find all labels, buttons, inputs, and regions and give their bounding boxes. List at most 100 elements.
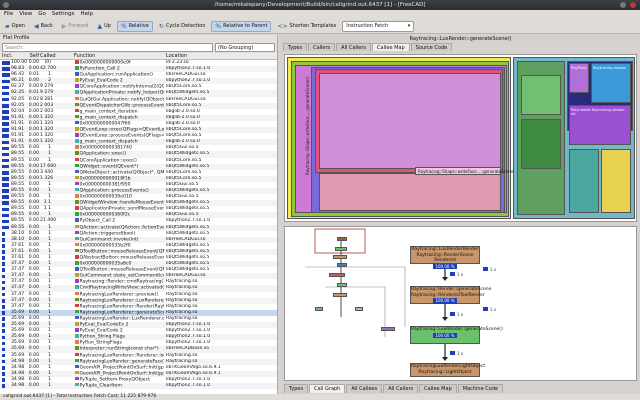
function-color-icon <box>75 248 79 253</box>
menu-file[interactable]: File <box>4 10 13 19</box>
treemap-block-raytracing[interactable]: Raytracing double <box>591 63 631 103</box>
header-self[interactable]: Self <box>26 53 40 59</box>
function-color-icon <box>75 261 79 265</box>
incl-value: 92.05 <box>11 102 25 108</box>
function-color-icon <box>75 78 79 82</box>
header-incl[interactable]: Incl. <box>0 53 26 59</box>
relative-to-parent-button[interactable]: % Relative to Parent <box>211 20 272 32</box>
call-graph[interactable]: Raytracing::LuxRenderRender Raytracing::… <box>284 226 637 381</box>
relative-button[interactable]: % Relative <box>116 20 153 32</box>
open-button[interactable]: ▰ Open <box>2 21 28 32</box>
menu-go[interactable]: Go <box>38 10 46 19</box>
function-name: GuiCommand::invoke(int) <box>79 236 139 242</box>
function-color-icon <box>75 303 79 308</box>
incl-value: 35.69 <box>11 346 25 352</box>
graph-mini-node[interactable] <box>355 307 363 311</box>
graph-mini-node[interactable] <box>329 273 345 277</box>
graph-mini-node[interactable] <box>337 237 347 241</box>
window-menu-icon[interactable] <box>3 2 9 8</box>
header-location[interactable]: Location <box>164 53 277 59</box>
graph-mini-node[interactable] <box>337 263 347 267</box>
function-name: PyEval_EvalCode 2 <box>79 328 123 334</box>
event-type-select[interactable]: Instruction Fetch ▾ <box>342 20 415 32</box>
incl-value: 34.98 <box>11 376 25 382</box>
menu-settings[interactable]: Settings <box>52 10 75 19</box>
incl-bar <box>2 103 10 108</box>
incl-value: 37.47 <box>11 303 25 309</box>
header-function[interactable]: Function <box>74 53 164 59</box>
shorten-templates-button[interactable]: <> Shorten Templates <box>274 21 339 32</box>
tab-bottom-callee-map[interactable]: Callee Map <box>419 384 457 393</box>
menu-help[interactable]: Help <box>80 10 93 19</box>
incl-value: 98.83 <box>11 66 25 72</box>
incl-value: 92.35 <box>11 90 25 96</box>
function-color-icon <box>75 352 79 356</box>
function-color-icon <box>75 358 79 363</box>
self-cell: 0.00 <box>28 382 39 388</box>
header-called[interactable]: Called <box>40 53 56 59</box>
treemap-block-d[interactable] <box>601 149 631 213</box>
search-input[interactable]: Search: <box>2 43 213 52</box>
graph-node-luxrender[interactable]: Raytracing::LuxRenderRender Raytracing::… <box>410 246 480 269</box>
tab-source-code[interactable]: Source Code <box>410 43 453 51</box>
graph-mini-node[interactable] <box>381 327 395 331</box>
treemap-block-poly[interactable]: Polynomial Raytracing double int <box>569 105 631 145</box>
callee-treemap[interactable]: Raytracing::Shape::writeFace...::generat… <box>284 54 637 222</box>
function-name: g_main_context_iteration <box>79 109 138 114</box>
tab-bottom-types[interactable]: Types <box>284 384 309 393</box>
incl-value: 34.98 <box>11 382 25 388</box>
graph-mini-node[interactable] <box>333 293 347 297</box>
forward-button[interactable]: ▶ Forward <box>59 21 92 32</box>
up-button[interactable]: ▲ Up <box>94 21 113 32</box>
edge-label: 1 x <box>490 267 497 272</box>
incl-value: 89.55 <box>11 194 25 200</box>
graph-mini-node[interactable] <box>335 247 347 251</box>
function-name: PyTuple_ClearItem <box>79 383 122 389</box>
graph-mini-node[interactable] <box>315 307 323 311</box>
incl-value: 35.69 <box>11 340 25 346</box>
function-name: GeomAPI_ProjectPointOnSurf::Init(gp_Pnt.… <box>79 371 165 377</box>
table-row[interactable]: 34.98 0.00 1 PyTuple_ClearItem libpython2.7.… <box>0 382 277 390</box>
graph-node-generate-scene[interactable]: Raytracing::LuxRender::generateScene() 1… <box>410 326 503 344</box>
incl-bar <box>2 280 5 285</box>
incl-bar <box>2 292 5 297</box>
treemap-block-c[interactable] <box>569 149 599 213</box>
graph-node-render[interactable]: Raytracing::Render::generateScene Raytra… <box>410 286 491 304</box>
tab-types[interactable]: Types <box>283 43 308 51</box>
menu-bar: File View Go Settings Help <box>0 10 640 19</box>
incl-value: 89.55 <box>11 145 25 151</box>
toolbar: ▰ Open ◀ Back ▶ Forward ▲ Up % Relative ↻ Cycl… <box>0 19 640 34</box>
incl-bar <box>2 244 5 248</box>
treemap-block-face-inner[interactable] <box>319 73 501 169</box>
function-color-icon <box>75 114 79 119</box>
tab-all-callers[interactable]: All Callers <box>336 43 372 51</box>
function-name: QApplicationPrivate::sendMouseEvent(QWid… <box>79 206 165 212</box>
grouping-select[interactable]: (No Grouping) <box>215 43 275 52</box>
incl-value: 37.47 <box>11 261 25 267</box>
tab-bottom-all-callers[interactable]: All Callers <box>383 384 419 393</box>
treemap-block-f[interactable] <box>521 119 561 169</box>
graph-mini-node[interactable] <box>333 255 347 259</box>
treemap-block-lower[interactable] <box>319 173 501 211</box>
window-titlebar: /home/mikalepany/Development/Build/bin/c… <box>0 0 640 10</box>
treemap-block-e[interactable] <box>521 75 561 115</box>
back-button[interactable]: ◀ Back <box>31 21 56 32</box>
minimize-icon[interactable] <box>620 2 626 8</box>
function-color-icon <box>75 376 79 381</box>
tab-callee-map[interactable]: Callee Map <box>372 43 410 51</box>
cycle-detection-button[interactable]: ↻ Cycle Detection <box>156 21 209 32</box>
tab-callers[interactable]: Callers <box>308 43 336 51</box>
graph-mini-node[interactable] <box>337 283 347 287</box>
close-icon[interactable] <box>630 2 636 8</box>
treemap-block-projpoint[interactable]: ProjPoint <box>569 63 589 93</box>
menu-view[interactable]: View <box>19 10 32 19</box>
incl-value: 89.55 <box>11 224 25 230</box>
incl-value: 35.69 <box>11 334 25 340</box>
tab-call-graph[interactable]: Call Graph <box>309 384 346 393</box>
graph-node-lightobject[interactable]: RaytracingLuxRenderLightObject Raytracin… <box>410 363 485 377</box>
tab-machine-code[interactable]: Machine Code <box>457 384 504 393</box>
function-name: RaytracingLuxRenderer::Renderer::bool <box>79 352 165 358</box>
function-name: QMetaObject::activate(QObject*, QMetaObj… <box>79 169 165 175</box>
tab-all-callees[interactable]: All Callees <box>346 384 383 393</box>
treemap-label-box[interactable]: Raytracing::Shape::writeFace...::generat… <box>415 167 517 175</box>
